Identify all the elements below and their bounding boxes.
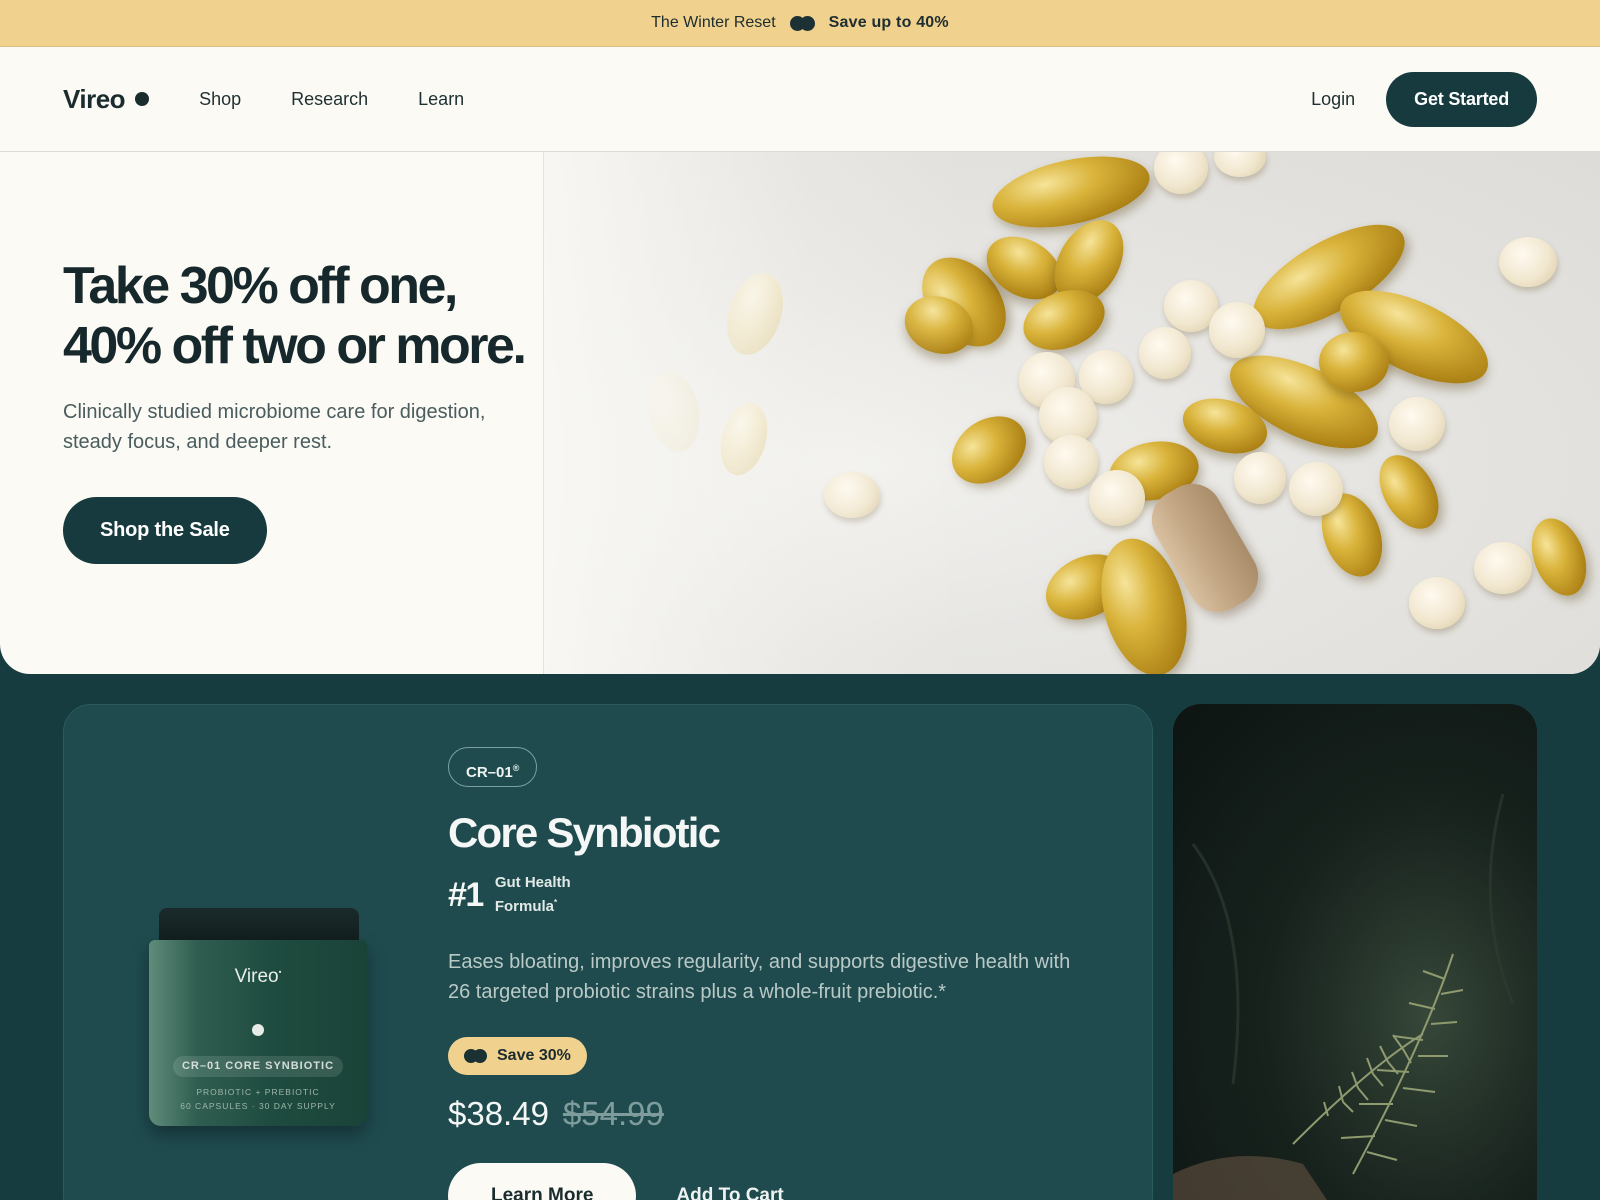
price-row: $38.49 $54.99 (448, 1095, 1088, 1133)
product-actions: Learn More Add To Cart (448, 1163, 1088, 1200)
jar-brand: Vireo• (234, 966, 282, 987)
add-to-cart-link[interactable]: Add To Cart (676, 1185, 783, 1200)
sale-price: $38.49 (448, 1095, 549, 1132)
double-dot-icon (464, 1049, 487, 1063)
hero-subtitle: Clinically studied microbiome care for d… (63, 401, 486, 453)
fern-leaf-icon (1173, 704, 1537, 1200)
site-header: Vireo Shop Research Learn Login Get Star… (0, 47, 1600, 152)
hero-title-line-2: 40% off two or more. (63, 317, 527, 375)
rank-number: #1 (448, 875, 484, 914)
hero-supplements-image (543, 152, 1600, 674)
hero-title-line-1: Take 30% off one, (63, 257, 458, 315)
login-link[interactable]: Login (1311, 89, 1355, 110)
rank-label: Gut Health Formula* (494, 874, 571, 915)
nav-learn[interactable]: Learn (418, 89, 464, 110)
save-badge: Save 30% (448, 1037, 587, 1075)
fern-image-card[interactable] (1173, 704, 1537, 1200)
announcement-offer: Save up to 40% (828, 14, 949, 31)
original-price: $54.99 (562, 1095, 664, 1132)
get-started-button[interactable]: Get Started (1386, 71, 1537, 127)
brand-name: Vireo (63, 83, 126, 114)
product-rank: #1 Gut Health Formula* (448, 873, 1088, 917)
main-nav: Shop Research Learn (199, 89, 514, 110)
logo-dot-icon (135, 92, 150, 106)
product-info: CR–01® Core Synbiotic #1 Gut Health Form… (448, 747, 1088, 1200)
nav-shop[interactable]: Shop (199, 89, 241, 110)
announcement-bar[interactable]: The Winter Reset Save up to 40% (0, 0, 1600, 47)
product-jar-image[interactable]: Vireo• CR–01 CORE SYNBIOTIC PROBIOTIC + … (149, 908, 367, 1126)
brand-logo[interactable]: Vireo (63, 83, 150, 115)
learn-more-button[interactable]: Learn More (448, 1163, 637, 1200)
product-title: Core Synbiotic (448, 809, 721, 856)
product-description: Eases bloating, improves regularity, and… (448, 951, 1071, 1003)
product-card: Vireo• CR–01 CORE SYNBIOTIC PROBIOTIC + … (63, 704, 1153, 1200)
shop-the-sale-button[interactable]: Shop the Sale (63, 497, 267, 564)
hero-title: Take 30% off one, 40% off two or more. (63, 256, 563, 376)
jar-line-2: 60 CAPSULES · 30 DAY SUPPLY (180, 1101, 336, 1111)
jar-line-1: PROBIOTIC + PREBIOTIC (196, 1087, 320, 1097)
jar-dot-icon (252, 1024, 264, 1036)
jar-body: Vireo• CR–01 CORE SYNBIOTIC PROBIOTIC + … (149, 940, 367, 1126)
product-code-tag: CR–01® (448, 747, 538, 787)
hero-section: Take 30% off one, 40% off two or more. C… (0, 152, 1600, 674)
jar-label: CR–01 CORE SYNBIOTIC (173, 1056, 343, 1077)
announcement-campaign: The Winter Reset (651, 14, 776, 31)
nav-research[interactable]: Research (291, 89, 368, 110)
save-badge-label: Save 30% (497, 1047, 571, 1064)
header-actions: Login Get Started (1311, 71, 1537, 127)
double-dot-icon (789, 15, 815, 31)
